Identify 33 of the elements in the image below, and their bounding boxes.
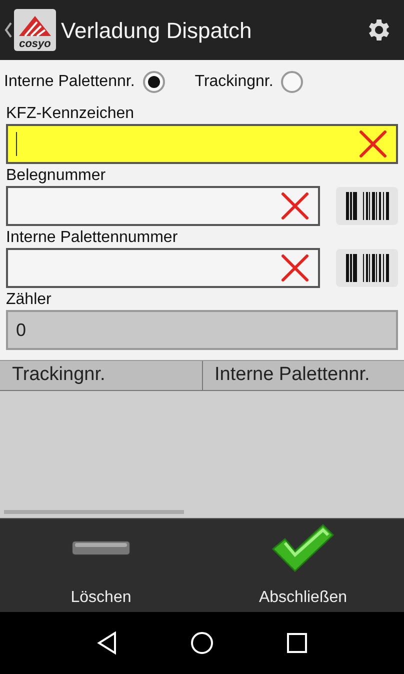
column-header[interactable]: Interne Palettennr. — [202, 361, 404, 390]
radio-button[interactable] — [281, 71, 304, 93]
logo-stripes-icon — [17, 14, 53, 38]
logo-text: cosyo — [19, 38, 51, 51]
input-field[interactable] — [6, 186, 320, 226]
radio-label: Trackingnr. — [194, 72, 274, 92]
field-label: KFZ-Kennzeichen — [6, 104, 136, 124]
clear-icon[interactable] — [280, 191, 310, 221]
home-icon[interactable] — [190, 631, 214, 655]
counter-field[interactable]: 0 — [6, 310, 398, 350]
input-field[interactable] — [6, 248, 320, 288]
radio-button[interactable] — [142, 71, 165, 93]
field-label: Zähler — [6, 290, 52, 310]
radio-label: Interne Palettennr. — [4, 72, 135, 92]
back-icon[interactable] — [96, 631, 118, 655]
delete-button[interactable]: Löschen — [0, 519, 202, 612]
app-title: Verladung Dispatch — [61, 16, 253, 45]
counter-value: 0 — [16, 318, 26, 342]
checkmark-icon — [271, 523, 335, 573]
barcode-scan-button[interactable] — [336, 249, 398, 287]
recents-icon[interactable] — [286, 632, 308, 654]
field-label: Belegnummer — [6, 166, 107, 186]
barcode-scan-button[interactable] — [336, 187, 398, 225]
input-field[interactable] — [6, 124, 398, 164]
clear-icon[interactable] — [280, 253, 310, 283]
back-icon[interactable] — [4, 22, 12, 38]
confirm-button[interactable]: Abschließen — [202, 519, 404, 612]
minus-icon — [71, 539, 131, 557]
clear-icon[interactable] — [358, 129, 388, 159]
text-cursor — [16, 132, 17, 156]
app-logo[interactable]: cosyo — [14, 9, 56, 51]
field-label: Interne Palettennummer — [6, 228, 179, 248]
column-header[interactable]: Trackingnr. — [0, 361, 202, 390]
